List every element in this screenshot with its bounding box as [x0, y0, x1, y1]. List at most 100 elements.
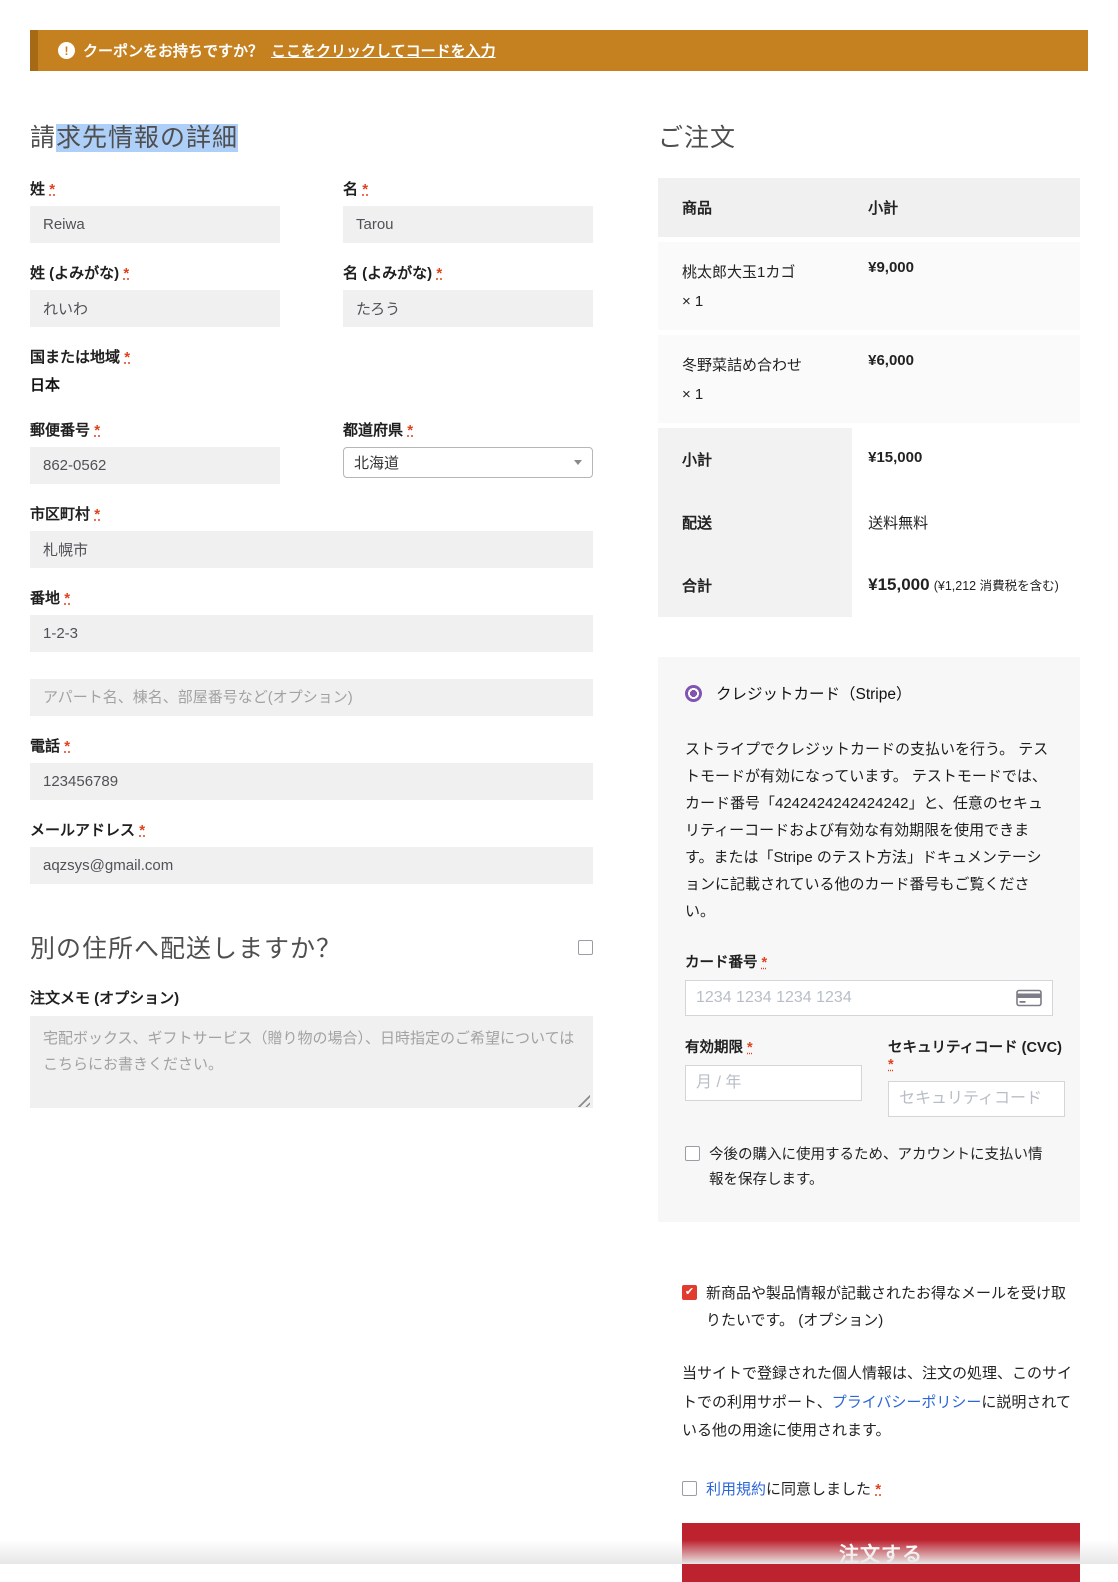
first-kana-input[interactable]	[343, 290, 593, 327]
subtotal-label: 小計	[658, 428, 852, 491]
payment-box: クレジットカード（Stripe） ストライプでクレジットカードの支払いを行う。 …	[658, 657, 1080, 1222]
payment-method-row[interactable]: クレジットカード（Stripe）	[658, 657, 1080, 726]
first-name-input[interactable]	[343, 206, 593, 243]
item-name-text: 冬野菜詰め合わせ	[682, 357, 802, 374]
city-field: 市区町村 *	[30, 503, 593, 568]
email-input[interactable]	[30, 847, 593, 884]
info-icon: !	[58, 42, 75, 59]
order-item-name: 桃太郎大玉1カゴ × 1	[658, 259, 852, 316]
address2-input[interactable]	[30, 679, 593, 716]
total-label: 合計	[658, 554, 852, 617]
terms-link[interactable]: 利用規約	[706, 1481, 766, 1498]
shipping-row: 配送 送料無料	[658, 491, 1080, 554]
required-asterisk: *	[123, 265, 129, 282]
city-input[interactable]	[30, 531, 593, 568]
order-item-row: 冬野菜詰め合わせ × 1 ¥6,000	[658, 335, 1080, 423]
shipping-value: 送料無料	[852, 491, 1080, 554]
prefecture-select[interactable]: 北海道	[343, 447, 593, 478]
radio-selected-icon[interactable]	[685, 685, 702, 702]
country-value: 日本	[30, 374, 593, 395]
first-name-label-text: 名	[343, 181, 358, 198]
credit-card-icon	[1016, 989, 1042, 1007]
postcode-label: 郵便番号 *	[30, 419, 280, 440]
newsletter-checkbox[interactable]: ✔	[682, 1285, 697, 1300]
name-row: 姓 * 名 *	[30, 178, 593, 262]
required-asterisk: *	[64, 590, 70, 607]
cvc-input[interactable]	[899, 1090, 1106, 1108]
postcode-field: 郵便番号 *	[30, 419, 280, 484]
coupon-text: クーポンをお持ちですか？	[83, 40, 263, 61]
order-title: ご注文	[658, 118, 1080, 154]
order-totals: 小計 ¥15,000 配送 送料無料 合計 ¥15,000 (¥1,212 消費…	[658, 428, 1080, 617]
item-qty-text: × 1	[682, 293, 703, 310]
order-column: ご注文 商品 小計 桃太郎大玉1カゴ × 1 ¥9,000 冬野菜詰め合わせ	[658, 71, 1080, 1582]
cvc-field: セキュリティコード (CVC) *	[888, 1036, 1065, 1117]
required-asterisk: *	[139, 822, 145, 839]
card-details-row: 有効期限 * セキュリティコード (CVC) *	[658, 1016, 1080, 1117]
coupon-link[interactable]: ここをクリックしてコードを入力	[271, 40, 496, 61]
first-name-field: 名 *	[343, 178, 593, 243]
subtotal-row: 小計 ¥15,000	[658, 428, 1080, 491]
last-name-input[interactable]	[30, 206, 280, 243]
order-notes-textarea[interactable]	[30, 1016, 593, 1108]
required-asterisk: *	[94, 506, 100, 523]
last-kana-input[interactable]	[30, 290, 280, 327]
save-payment-row: 今後の購入に使用するため、アカウントに支払い情報を保存します。	[658, 1117, 1080, 1192]
last-name-field: 姓 *	[30, 178, 280, 243]
city-label-text: 市区町村	[30, 506, 90, 523]
card-number-input[interactable]	[696, 989, 1008, 1007]
card-number-input-wrap	[685, 980, 1053, 1016]
kana-row: 姓 (よみがな) * 名 (よみがな) *	[30, 262, 593, 346]
billing-title-selected-text: 求先情報の詳細	[56, 124, 238, 152]
prefecture-label: 都道府県 *	[343, 419, 593, 440]
email-label-text: メールアドレス	[30, 822, 135, 839]
required-asterisk: *	[49, 181, 55, 198]
subtotal-column-header: 小計	[852, 197, 1080, 218]
order-table-header: 商品 小計	[658, 178, 1080, 237]
save-payment-checkbox[interactable]	[685, 1146, 700, 1161]
order-item-row: 桃太郎大玉1カゴ × 1 ¥9,000	[658, 242, 1080, 330]
first-kana-field: 名 (よみがな) *	[343, 262, 593, 327]
billing-column: 請求先情報の詳細 姓 * 名 * 姓 (よみがな) * 名 (よみがな) *	[30, 71, 593, 1582]
postcode-label-text: 郵便番号	[30, 422, 90, 439]
phone-input[interactable]	[30, 763, 593, 800]
email-field: メールアドレス *	[30, 819, 593, 884]
country-field: 国または地域 * 日本	[30, 346, 593, 395]
terms-label: 利用規約に同意しました *	[706, 1478, 881, 1499]
order-item-price: ¥6,000	[852, 352, 1080, 409]
checkout-page: ! クーポンをお持ちですか？ ここをクリックしてコードを入力 請求先情報の詳細 …	[0, 0, 1118, 1564]
ship-to-different-checkbox[interactable]	[578, 940, 593, 955]
required-asterisk: *	[875, 1481, 881, 1498]
order-item-price: ¥9,000	[852, 259, 1080, 316]
expiry-input[interactable]	[696, 1074, 903, 1092]
terms-label-text: に同意しました	[766, 1481, 871, 1498]
last-kana-label-text: 姓 (よみがな)	[30, 265, 119, 282]
coupon-banner: ! クーポンをお持ちですか？ ここをクリックしてコードを入力	[30, 30, 1088, 71]
billing-title: 請求先情報の詳細	[30, 118, 593, 154]
last-kana-field: 姓 (よみがな) *	[30, 262, 280, 327]
cvc-label-text: セキュリティコード (CVC)	[888, 1040, 1062, 1056]
terms-checkbox[interactable]	[682, 1481, 697, 1496]
subtotal-value: ¥15,000	[852, 428, 1080, 491]
postcode-input[interactable]	[30, 447, 280, 484]
phone-field: 電話 *	[30, 735, 593, 800]
ship-to-different-title: 別の住所へ配送しますか？	[30, 929, 342, 965]
order-review-table: 商品 小計 桃太郎大玉1カゴ × 1 ¥9,000 冬野菜詰め合わせ × 1 ¥	[658, 178, 1080, 617]
total-amount: ¥15,000	[868, 575, 929, 594]
required-asterisk: *	[64, 738, 70, 755]
required-asterisk: *	[94, 422, 100, 439]
expiry-field: 有効期限 *	[685, 1036, 862, 1117]
address1-label: 番地 *	[30, 587, 593, 608]
expiry-label-text: 有効期限	[685, 1040, 743, 1056]
chevron-down-icon	[574, 460, 582, 465]
ship-to-different-row: 別の住所へ配送しますか？	[30, 929, 593, 965]
card-number-label: カード番号 *	[685, 951, 1053, 972]
expiry-label: 有効期限 *	[685, 1036, 862, 1057]
last-kana-label: 姓 (よみがな) *	[30, 262, 280, 283]
prefecture-field: 都道府県 * 北海道	[343, 419, 593, 484]
cvc-label: セキュリティコード (CVC) *	[888, 1036, 1065, 1073]
bottom-fade	[0, 1540, 1118, 1564]
address1-input[interactable]	[30, 615, 593, 652]
last-name-label: 姓 *	[30, 178, 280, 199]
privacy-policy-link[interactable]: プライバシーポリシー	[832, 1394, 982, 1411]
